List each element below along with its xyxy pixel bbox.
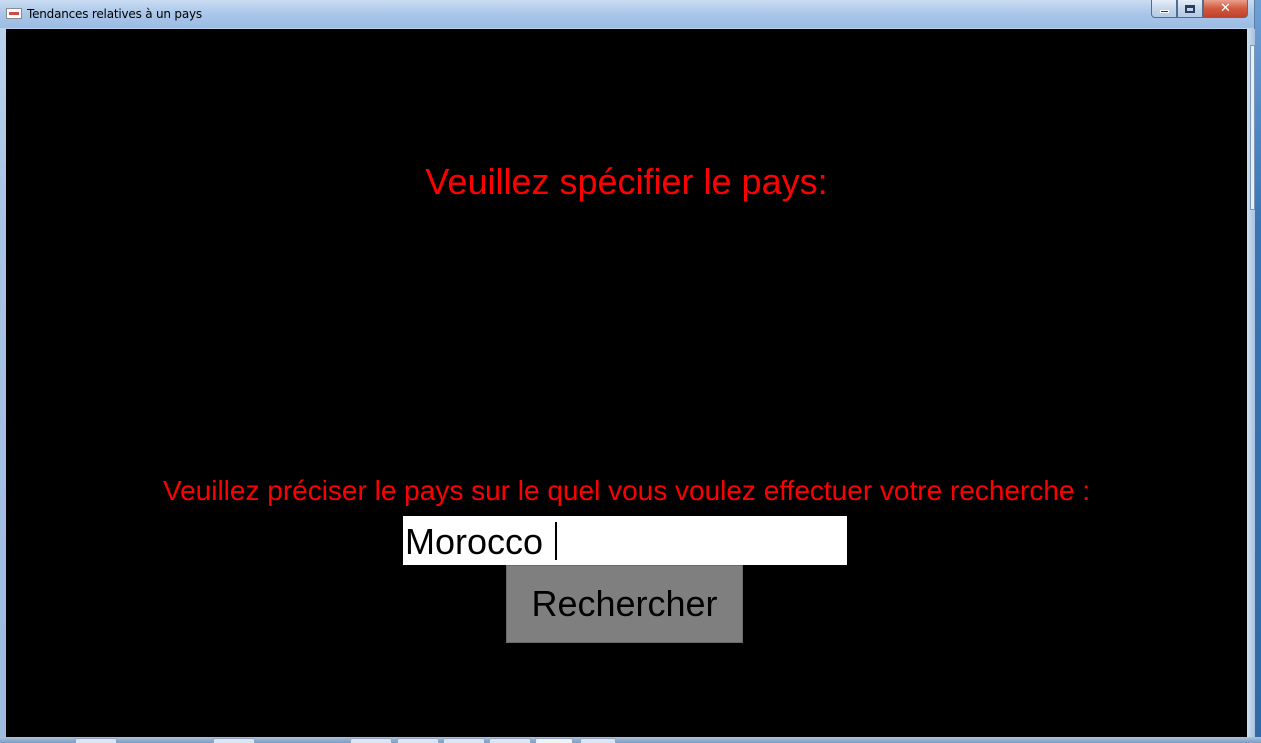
country-input[interactable] [403,516,847,565]
title-bar[interactable]: Tendances relatives à un pays ✕ [0,0,1254,28]
taskbar [0,737,1261,743]
close-icon: ✕ [1220,1,1231,16]
text-caret [555,522,557,560]
minimize-button[interactable] [1151,0,1177,18]
minimize-icon [1159,10,1169,13]
search-button[interactable]: Rechercher [506,565,743,643]
taskbar-button[interactable] [580,738,616,743]
maximize-icon [1185,4,1195,13]
app-window-icon[interactable] [6,8,22,19]
close-button[interactable]: ✕ [1203,0,1248,18]
taskbar-button[interactable] [535,738,573,743]
search-prompt: Veuillez préciser le pays sur le quel vo… [162,475,1091,506]
caption-buttons: ✕ [1151,0,1248,18]
maximize-button[interactable] [1177,0,1203,18]
taskbar-button[interactable] [350,738,392,743]
page-heading-text: Veuillez spécifier le pays: [425,161,828,202]
taskbar-button[interactable] [443,738,485,743]
desktop-background [1255,0,1261,743]
taskbar-button[interactable] [489,738,531,743]
page-heading: Veuillez spécifier le pays: [6,161,1247,203]
taskbar-button[interactable] [75,738,117,743]
window-title: Tendances relatives à un pays [27,7,202,21]
taskbar-button[interactable] [213,738,255,743]
client-area: Veuillez spécifier le pays: Veuillez pré… [6,29,1247,743]
taskbar-button[interactable] [397,738,439,743]
app-window: Tendances relatives à un pays ✕ Veuillez… [0,0,1255,743]
